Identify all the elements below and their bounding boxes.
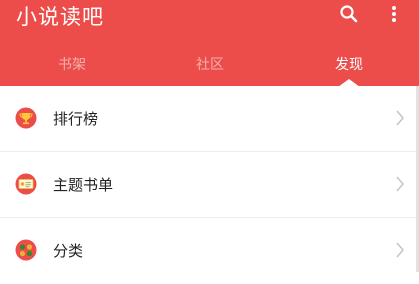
menu-item-theme-booklist[interactable]: 主题书单 <box>0 152 419 218</box>
category-dots-icon <box>15 239 37 261</box>
search-button[interactable] <box>338 3 360 25</box>
booklist-card-icon <box>15 173 37 195</box>
more-vertical-icon <box>392 6 396 22</box>
trophy-icon <box>15 107 37 129</box>
menu-item-category[interactable]: 分类 <box>0 218 419 284</box>
chevron-right-icon <box>396 242 404 258</box>
tab-community[interactable]: 社区 <box>170 54 250 74</box>
chevron-right-icon <box>396 110 404 126</box>
app-bar: 小说读吧 书架 社区 发现 <box>0 0 419 87</box>
menu-item-label: 排行榜 <box>53 110 99 128</box>
search-icon <box>340 5 358 23</box>
tab-discover[interactable]: 发现 <box>309 54 389 74</box>
menu-item-ranking[interactable]: 排行榜 <box>0 86 419 152</box>
tab-bookshelf[interactable]: 书架 <box>32 54 112 74</box>
menu-item-label: 分类 <box>53 242 84 260</box>
more-options-button[interactable] <box>386 3 402 25</box>
menu-item-label: 主题书单 <box>53 176 114 194</box>
app-title: 小说读吧 <box>16 5 104 29</box>
chevron-right-icon <box>396 176 404 192</box>
